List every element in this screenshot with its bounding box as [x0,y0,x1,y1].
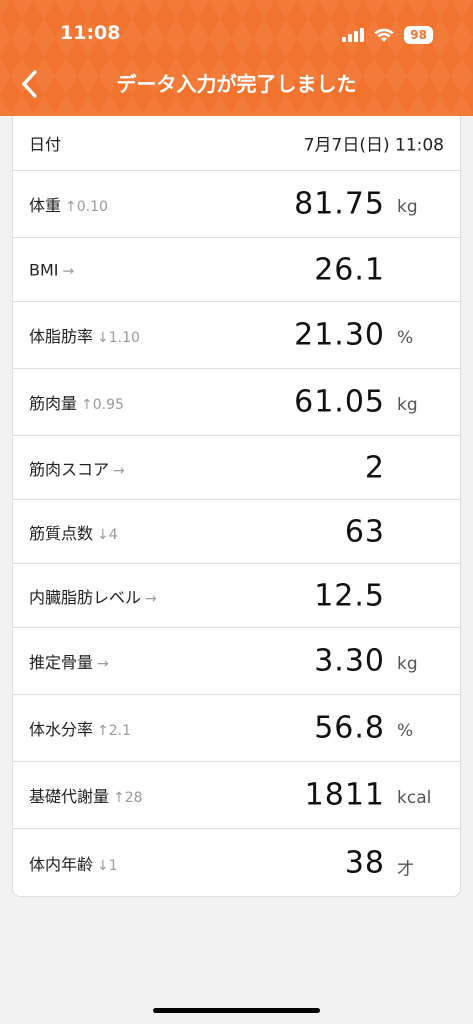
metric-delta: ↑28 [113,790,143,806]
metric-row: 体脂肪率 ↓1.10 21.30 % [13,302,460,369]
metric-row: 内臓脂肪レベル → 12.5 [13,564,460,628]
metric-unit: kg [397,395,418,415]
metric-value: 3.30 [314,643,385,679]
metric-delta: ↓4 [97,526,118,543]
metric-value: 26.1 [314,252,385,287]
chevron-left-icon [22,70,37,98]
metric-row: 基礎代謝量 ↑28 1811 kcal [13,762,460,829]
metric-value: 38 [344,845,385,880]
metric-label: 筋肉スコア [29,459,110,479]
status-icons: 98 [342,24,433,46]
metric-unit: kg [397,197,418,217]
metric-row: 体内年齢 ↓1 38 才 [13,829,460,896]
metric-value: 81.75 [294,186,385,222]
metric-row: 筋肉スコア → 2 [13,436,460,500]
metric-unit: 才 [397,858,414,879]
metric-unit: % [397,328,414,348]
metric-label: 推定骨量 [29,653,94,672]
header-bar: 11:08 98 データ入力が完了しました [0,0,473,116]
metric-delta: ↓1 [97,857,118,874]
metric-value: 56.8 [314,710,385,746]
metric-value: 61.05 [294,384,385,420]
metric-unit: % [397,721,414,741]
metric-value: 1811 [304,777,385,813]
metric-label: 筋肉量 [29,394,78,413]
metric-delta: ↑0.10 [65,199,108,215]
date-label: 日付 [29,135,62,154]
metric-label: 体脂肪率 [29,327,94,346]
metric-label: 基礎代謝量 [29,787,110,806]
metric-row: 筋質点数 ↓4 63 [13,500,460,564]
metric-delta: → [113,462,125,479]
metric-row: 推定骨量 → 3.30 kg [13,628,460,695]
battery-indicator: 98 [404,26,433,44]
result-card: 日付 7月7日(日) 11:08 体重 ↑0.10 81.75 kg BMI → 2… [12,116,461,897]
wifi-icon [374,28,394,42]
status-time: 11:08 [60,22,121,44]
metric-value: 12.5 [314,578,385,613]
metric-label: 体水分率 [29,720,94,739]
metric-delta: ↑0.95 [81,397,124,413]
metric-row: BMI → 26.1 [13,238,460,302]
metric-delta: → [62,263,75,279]
home-indicator [153,1008,320,1013]
metric-unit: kg [397,654,418,674]
page-title: データ入力が完了しました [116,72,357,96]
metric-row: 筋肉量 ↑0.95 61.05 kg [13,369,460,436]
metric-row: 体重 ↑0.10 81.75 kg [13,171,460,238]
metric-delta: ↑2.1 [97,723,132,739]
metric-label: 筋質点数 [29,523,94,543]
date-row: 日付 7月7日(日) 11:08 [13,116,460,171]
metric-label: 体内年齢 [29,854,94,874]
metric-unit: kcal [397,788,432,808]
metric-delta: → [97,656,109,672]
date-value: 7月7日(日) 11:08 [303,135,444,156]
metric-delta: ↓1.10 [97,330,140,346]
back-button[interactable] [14,66,44,102]
metric-label: 体重 [29,196,62,215]
metric-value: 2 [364,450,385,485]
metric-label: BMI [29,260,59,279]
metric-row: 体水分率 ↑2.1 56.8 % [13,695,460,762]
metric-label: 内臓脂肪レベル [29,587,142,607]
metric-value: 21.30 [294,317,385,353]
metric-value: 63 [344,514,385,549]
metric-delta: → [145,590,157,607]
signal-icon [342,28,365,42]
